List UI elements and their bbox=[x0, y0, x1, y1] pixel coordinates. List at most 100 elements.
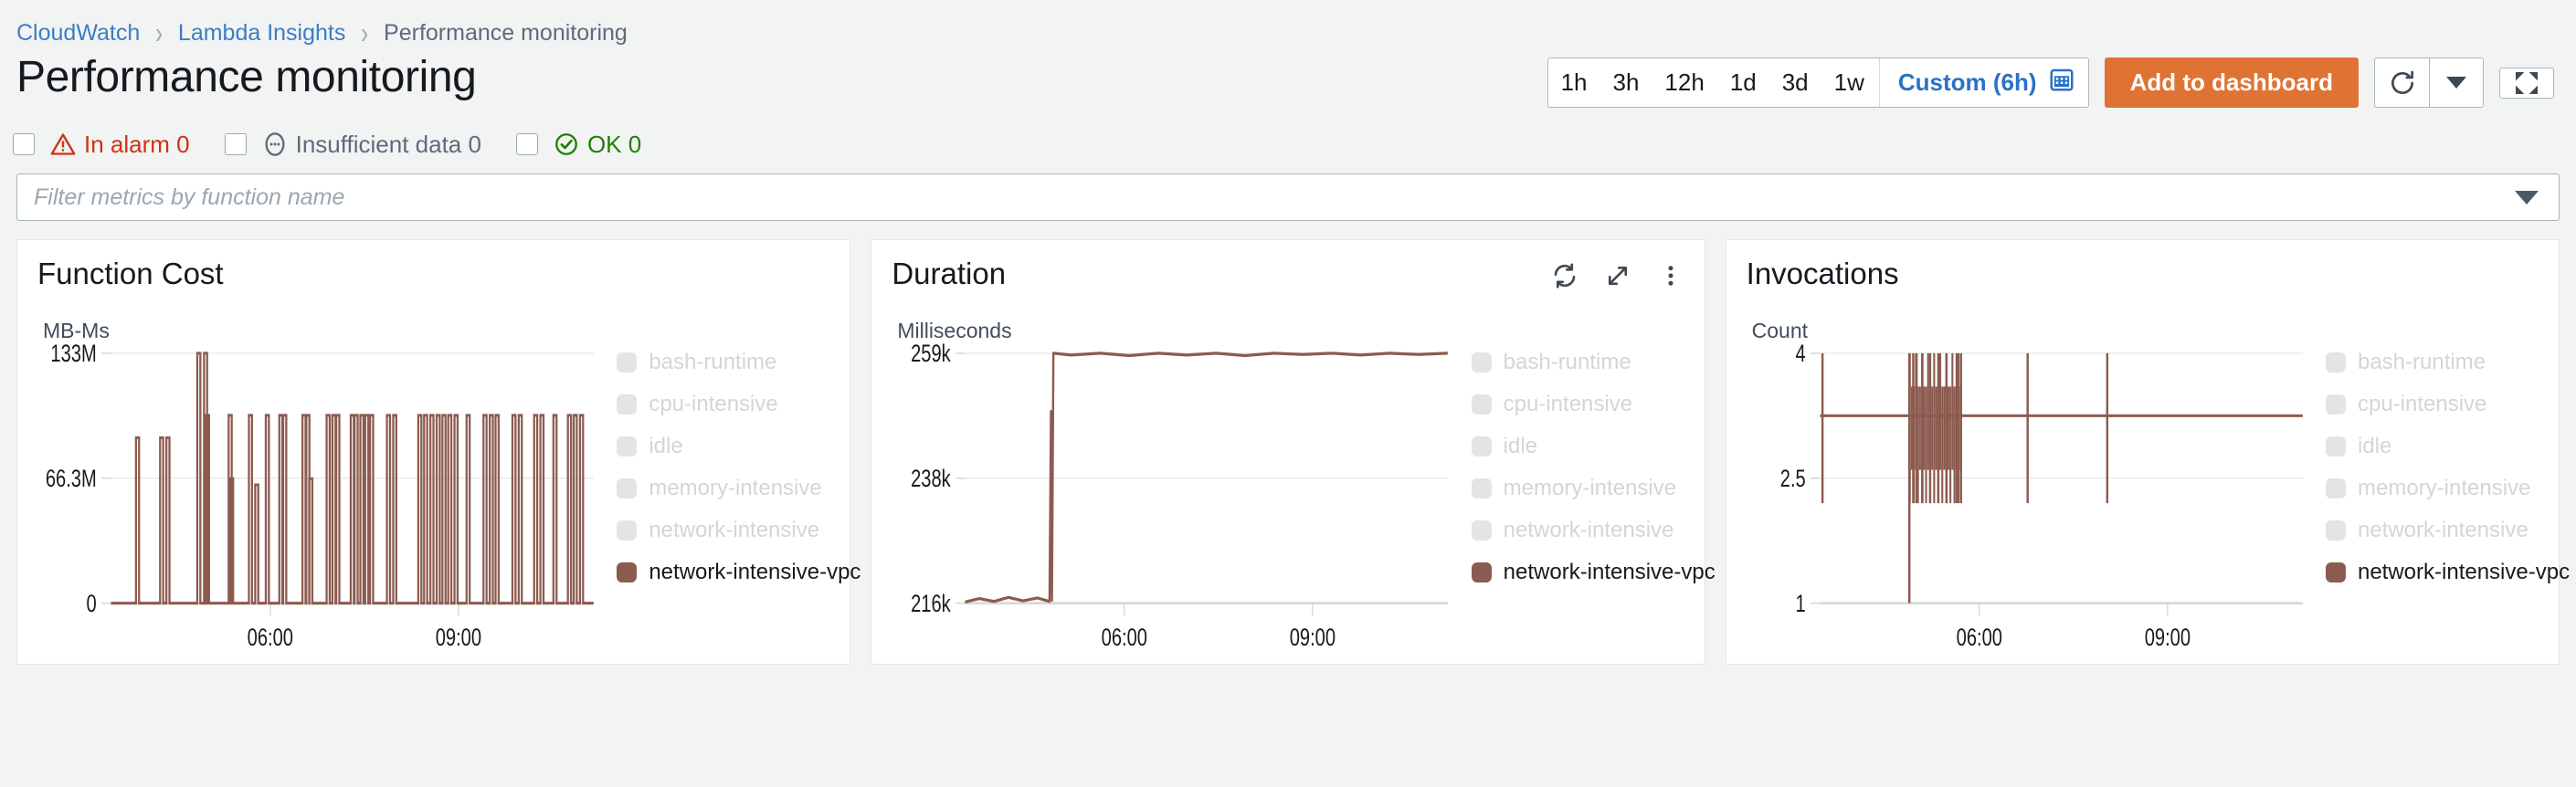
legend-label: cpu-intensive bbox=[2358, 392, 2486, 417]
breadcrumb-item-performance-monitoring: Performance monitoring bbox=[384, 20, 628, 47]
range-button-1w[interactable]: 1w bbox=[1821, 58, 1877, 107]
legend-item-bash-runtime[interactable]: bash-runtime bbox=[2326, 344, 2539, 381]
legend-item-network-intensive[interactable]: network-intensive bbox=[1472, 512, 1684, 549]
legend-swatch bbox=[1472, 394, 1492, 414]
chart-legend: bash-runtime cpu-intensive idle memory-i… bbox=[1452, 341, 1684, 658]
chart-plot-area[interactable]: 216k238k259k06:0009:00 bbox=[892, 341, 1451, 658]
custom-range-button[interactable]: Custom (6h) bbox=[1882, 58, 2088, 107]
svg-text:4: 4 bbox=[1795, 341, 1805, 368]
alarm-filter-ok-label: OK 0 bbox=[587, 131, 641, 159]
chart-title: Invocations bbox=[1747, 258, 1899, 289]
alarm-filter-insufficient-data[interactable]: Insufficient data 0 bbox=[225, 131, 481, 159]
legend-item-memory-intensive[interactable]: memory-intensive bbox=[2326, 470, 2539, 507]
legend-item-memory-intensive[interactable]: memory-intensive bbox=[1472, 470, 1684, 507]
svg-text:66.3M: 66.3M bbox=[46, 466, 97, 492]
search-input[interactable] bbox=[17, 184, 2515, 211]
legend-swatch bbox=[2326, 352, 2346, 373]
alarm-filter-insufficient-data-checkbox[interactable] bbox=[225, 133, 247, 155]
breadcrumb-separator-icon: › bbox=[361, 15, 368, 50]
svg-text:06:00: 06:00 bbox=[1956, 624, 2001, 651]
legend-swatch bbox=[2326, 520, 2346, 540]
legend-label: network-intensive bbox=[2358, 518, 2528, 543]
legend-item-idle[interactable]: idle bbox=[1472, 428, 1684, 465]
legend-label: idle bbox=[2358, 434, 2391, 459]
legend-item-memory-intensive[interactable]: memory-intensive bbox=[617, 470, 829, 507]
legend-item-network-intensive-vpc[interactable]: network-intensive-vpc bbox=[2326, 554, 2539, 591]
refresh-button[interactable] bbox=[2374, 58, 2429, 108]
svg-text:06:00: 06:00 bbox=[1102, 624, 1147, 651]
chart-card-invocations: Invocations Count 12.5406:0009:00 bash-r… bbox=[1726, 239, 2560, 665]
svg-text:09:00: 09:00 bbox=[2144, 624, 2190, 651]
alarm-filter-ok[interactable]: OK 0 bbox=[516, 131, 641, 159]
legend-item-idle[interactable]: idle bbox=[617, 428, 829, 465]
range-button-1h[interactable]: 1h bbox=[1548, 58, 1600, 107]
legend-item-bash-runtime[interactable]: bash-runtime bbox=[1472, 344, 1684, 381]
breadcrumb-item-lambda-insights[interactable]: Lambda Insights bbox=[178, 20, 345, 47]
chart-card-tools bbox=[1551, 258, 1684, 289]
expand-icon[interactable] bbox=[1604, 262, 1631, 289]
legend-item-bash-runtime[interactable]: bash-runtime bbox=[617, 344, 829, 381]
legend-item-cpu-intensive[interactable]: cpu-intensive bbox=[2326, 386, 2539, 423]
toolbar-divider bbox=[1879, 58, 1880, 107]
alarm-filter-insufficient-data-label: Insufficient data 0 bbox=[296, 131, 481, 159]
range-button-12h[interactable]: 12h bbox=[1652, 58, 1716, 107]
filter-metrics-box bbox=[16, 173, 2560, 221]
legend-label: idle bbox=[649, 434, 682, 459]
svg-text:133M: 133M bbox=[50, 341, 96, 368]
legend-label: memory-intensive bbox=[1504, 476, 1676, 501]
fullscreen-button[interactable] bbox=[2499, 68, 2554, 99]
svg-text:06:00: 06:00 bbox=[248, 624, 293, 651]
legend-item-idle[interactable]: idle bbox=[2326, 428, 2539, 465]
legend-swatch bbox=[1472, 352, 1492, 373]
warning-triangle-icon bbox=[50, 131, 76, 157]
refresh-icon[interactable] bbox=[1551, 262, 1578, 289]
y-axis-unit-label: MB-Ms bbox=[37, 299, 829, 341]
custom-range-label: Custom (6h) bbox=[1898, 68, 2037, 97]
range-button-1d[interactable]: 1d bbox=[1717, 58, 1769, 107]
legend-label: bash-runtime bbox=[649, 350, 776, 375]
alarm-filter-ok-checkbox[interactable] bbox=[516, 133, 538, 155]
breadcrumb-item-cloudwatch[interactable]: CloudWatch bbox=[16, 20, 140, 47]
legend-label: bash-runtime bbox=[1504, 350, 1631, 375]
svg-text:09:00: 09:00 bbox=[1290, 624, 1336, 651]
legend-swatch bbox=[617, 394, 637, 414]
legend-item-network-intensive-vpc[interactable]: network-intensive-vpc bbox=[1472, 554, 1684, 591]
legend-swatch bbox=[617, 562, 637, 582]
legend-item-network-intensive[interactable]: network-intensive bbox=[617, 512, 829, 549]
chart-card-grid: Function Cost MB-Ms 066.3M133M06:0009:00… bbox=[0, 221, 2576, 665]
calendar-icon[interactable] bbox=[2048, 66, 2075, 100]
svg-text:09:00: 09:00 bbox=[436, 624, 481, 651]
legend-label: cpu-intensive bbox=[1504, 392, 1632, 417]
legend-swatch bbox=[1472, 478, 1492, 498]
chart-legend: bash-runtime cpu-intensive idle memory-i… bbox=[2306, 341, 2539, 658]
legend-swatch bbox=[2326, 436, 2346, 456]
chart-body: 0 66.3M 133M 06:00 09:00 bash-runtime cpu-in… bbox=[37, 341, 829, 664]
time-range-selector: 1h 3h 12h 1d 3d 1w Custom (6h) bbox=[1547, 58, 2089, 108]
chart-plot-area[interactable]: 12.5406:0009:00 bbox=[1747, 341, 2306, 658]
legend-item-cpu-intensive[interactable]: cpu-intensive bbox=[1472, 386, 1684, 423]
range-button-3h[interactable]: 3h bbox=[1599, 58, 1652, 107]
alarm-filter-in-alarm-checkbox[interactable] bbox=[13, 133, 35, 155]
more-vertical-icon[interactable] bbox=[1657, 262, 1684, 289]
breadcrumb: CloudWatch › Lambda Insights › Performan… bbox=[0, 0, 2576, 42]
refresh-interval-dropdown-button[interactable] bbox=[2429, 58, 2484, 108]
svg-text:0: 0 bbox=[87, 591, 97, 617]
svg-text:216k: 216k bbox=[911, 591, 951, 617]
legend-label: network-intensive-vpc bbox=[649, 560, 860, 585]
legend-label: bash-runtime bbox=[2358, 350, 2486, 375]
time-range-toolbar: 1h 3h 12h 1d 3d 1w Custom (6h) bbox=[1547, 53, 2554, 108]
range-button-3d[interactable]: 3d bbox=[1769, 58, 1821, 107]
alarm-filter-in-alarm-label: In alarm 0 bbox=[84, 131, 190, 159]
page-header: Performance monitoring 1h 3h 12h 1d 3d 1… bbox=[0, 42, 2576, 113]
add-to-dashboard-button[interactable]: Add to dashboard bbox=[2105, 58, 2359, 108]
legend-item-cpu-intensive[interactable]: cpu-intensive bbox=[617, 386, 829, 423]
svg-text:2.5: 2.5 bbox=[1779, 466, 1805, 492]
alarm-filter-in-alarm[interactable]: In alarm 0 bbox=[13, 131, 190, 159]
chart-body: 216k238k259k06:0009:00 bash-runtime cpu-… bbox=[892, 341, 1684, 664]
chart-card-header: Duration bbox=[892, 258, 1684, 299]
y-axis-unit-label: Milliseconds bbox=[892, 299, 1684, 341]
legend-item-network-intensive-vpc[interactable]: network-intensive-vpc bbox=[617, 554, 829, 591]
chart-plot-area[interactable]: 0 66.3M 133M 06:00 09:00 bbox=[37, 341, 596, 658]
chevron-down-icon[interactable] bbox=[2515, 191, 2539, 205]
legend-item-network-intensive[interactable]: network-intensive bbox=[2326, 512, 2539, 549]
